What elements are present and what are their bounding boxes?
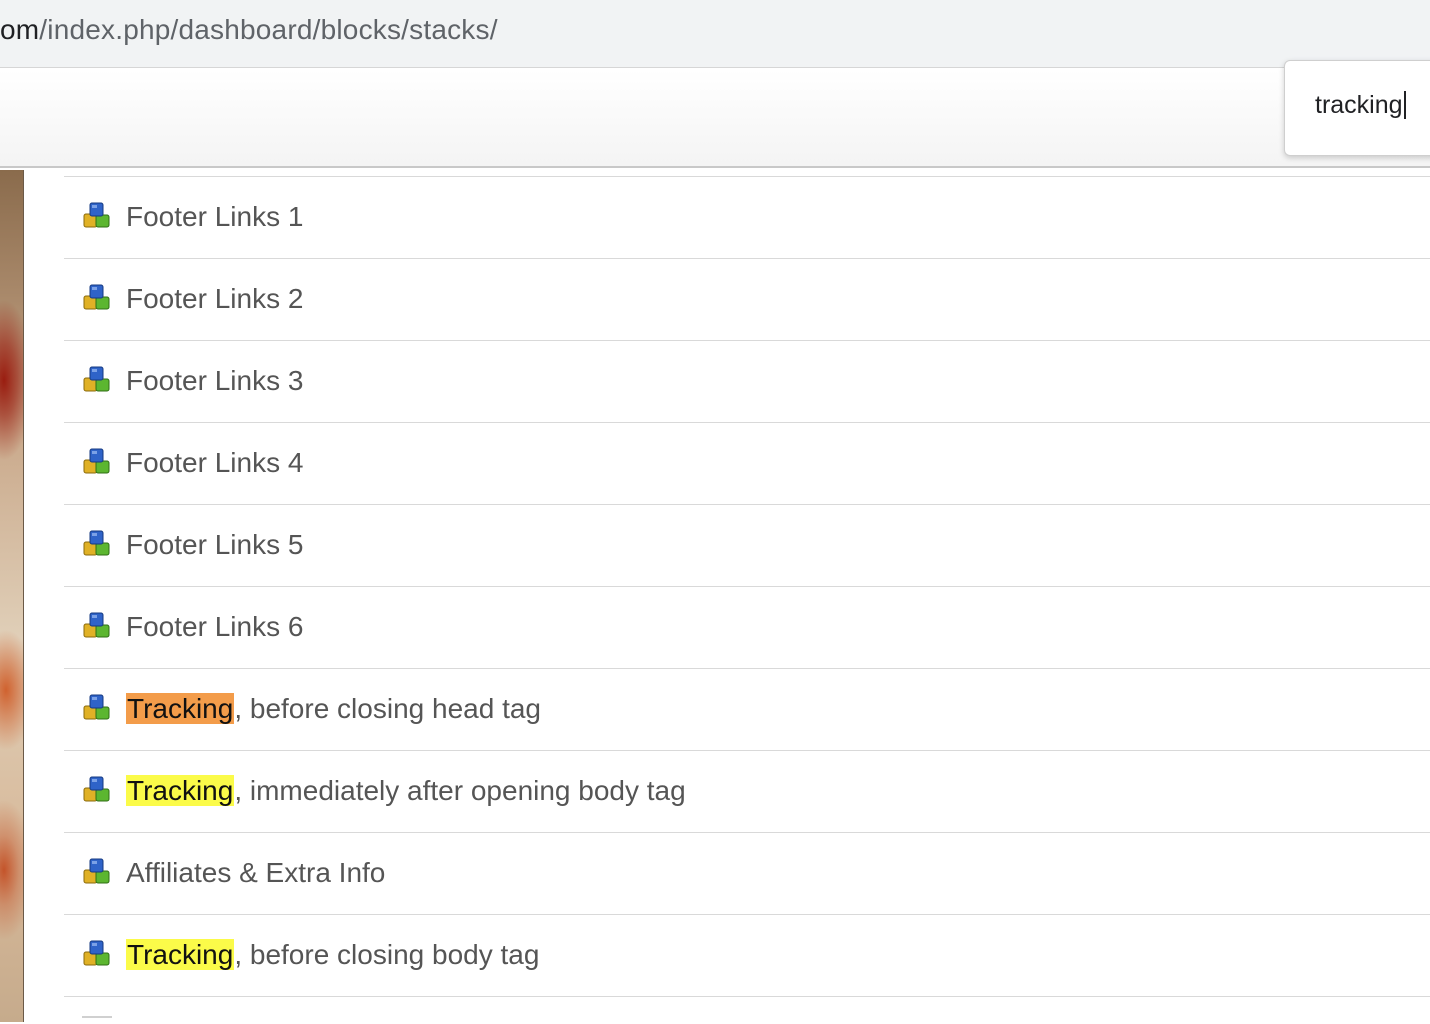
stack-name-text: Footer Links 1 xyxy=(126,201,304,232)
background-image-strip xyxy=(0,170,24,1022)
stack-name[interactable]: Footer Links 5 xyxy=(126,529,303,561)
stack-name-text: , before closing head tag xyxy=(234,693,541,724)
stack-list-item[interactable]: Tracking, immediately after opening body… xyxy=(64,751,1430,833)
stack-list-item[interactable]: Affiliates & Extra Info xyxy=(64,833,1430,915)
stack-icon xyxy=(83,284,110,310)
stack-list-item[interactable]: Footer Links 6 xyxy=(64,587,1430,669)
stack-name[interactable]: Tracking, before closing body tag xyxy=(126,939,539,971)
search-highlight: Tracking xyxy=(126,939,235,970)
text-caret xyxy=(1403,91,1406,119)
stack-name-text: Affiliates & Extra Info xyxy=(126,857,386,888)
stack-icon xyxy=(83,530,110,556)
find-input[interactable]: tracking xyxy=(1315,91,1406,120)
stack-name-text: Footer Links 2 xyxy=(126,283,304,314)
stack-name[interactable]: Footer Links 2 xyxy=(126,283,303,315)
dashboard-toolbar xyxy=(0,69,1430,168)
stack-name-text: Footer Links 4 xyxy=(126,447,304,478)
url-host: om xyxy=(0,14,40,45)
stack-name[interactable]: Footer Links 3 xyxy=(126,365,303,397)
stack-name-text: Footer Links 3 xyxy=(126,365,304,396)
stack-name[interactable]: Footer Links 4 xyxy=(126,447,303,479)
stack-list-item[interactable]: Footer Links 4 xyxy=(64,423,1430,505)
stack-icon xyxy=(83,858,110,884)
stack-list-item[interactable]: Footer Links 1 xyxy=(64,177,1430,259)
address-bar[interactable]: om/index.php/dashboard/blocks/stacks/ xyxy=(0,0,1430,68)
stack-list-item[interactable]: Tracking, before closing head tag xyxy=(64,669,1430,751)
stack-name[interactable]: Footer Links 1 xyxy=(126,201,303,233)
stack-list-item[interactable]: Footer Links 2 xyxy=(64,259,1430,341)
stack-name-text: , immediately after opening body tag xyxy=(234,775,686,806)
search-highlight: Tracking xyxy=(126,775,235,806)
stack-icon xyxy=(83,776,110,802)
search-highlight: Tracking xyxy=(126,693,235,724)
stack-name[interactable]: Affiliates & Extra Info xyxy=(126,857,385,889)
stack-name-text: , before closing body tag xyxy=(234,939,540,970)
find-in-page-box[interactable]: tracking xyxy=(1284,60,1430,156)
stack-name-text: Footer Links 6 xyxy=(126,611,304,642)
stack-name[interactable]: Tracking, before closing head tag xyxy=(126,693,541,725)
stack-icon xyxy=(83,366,110,392)
stack-icon xyxy=(83,694,110,720)
stack-list-item[interactable]: Footer Links 5 xyxy=(64,505,1430,587)
find-query-text: tracking xyxy=(1315,91,1403,119)
stack-list-item[interactable]: Tracking, before closing body tag xyxy=(64,915,1430,997)
url-text[interactable]: om/index.php/dashboard/blocks/stacks/ xyxy=(0,14,498,46)
next-row-edge xyxy=(82,1016,112,1024)
stack-name[interactable]: Tracking, immediately after opening body… xyxy=(126,775,686,807)
stack-name-text: Footer Links 5 xyxy=(126,529,304,560)
stack-icon xyxy=(83,940,110,966)
stack-list: Footer Links 1 Footer Links 2 Footer Links… xyxy=(64,176,1430,997)
stack-icon xyxy=(83,202,110,228)
stack-icon xyxy=(83,612,110,638)
stack-list-item[interactable]: Footer Links 3 xyxy=(64,341,1430,423)
url-path: /index.php/dashboard/blocks/stacks/ xyxy=(39,14,498,45)
stack-name[interactable]: Footer Links 6 xyxy=(126,611,303,643)
stack-icon xyxy=(83,448,110,474)
